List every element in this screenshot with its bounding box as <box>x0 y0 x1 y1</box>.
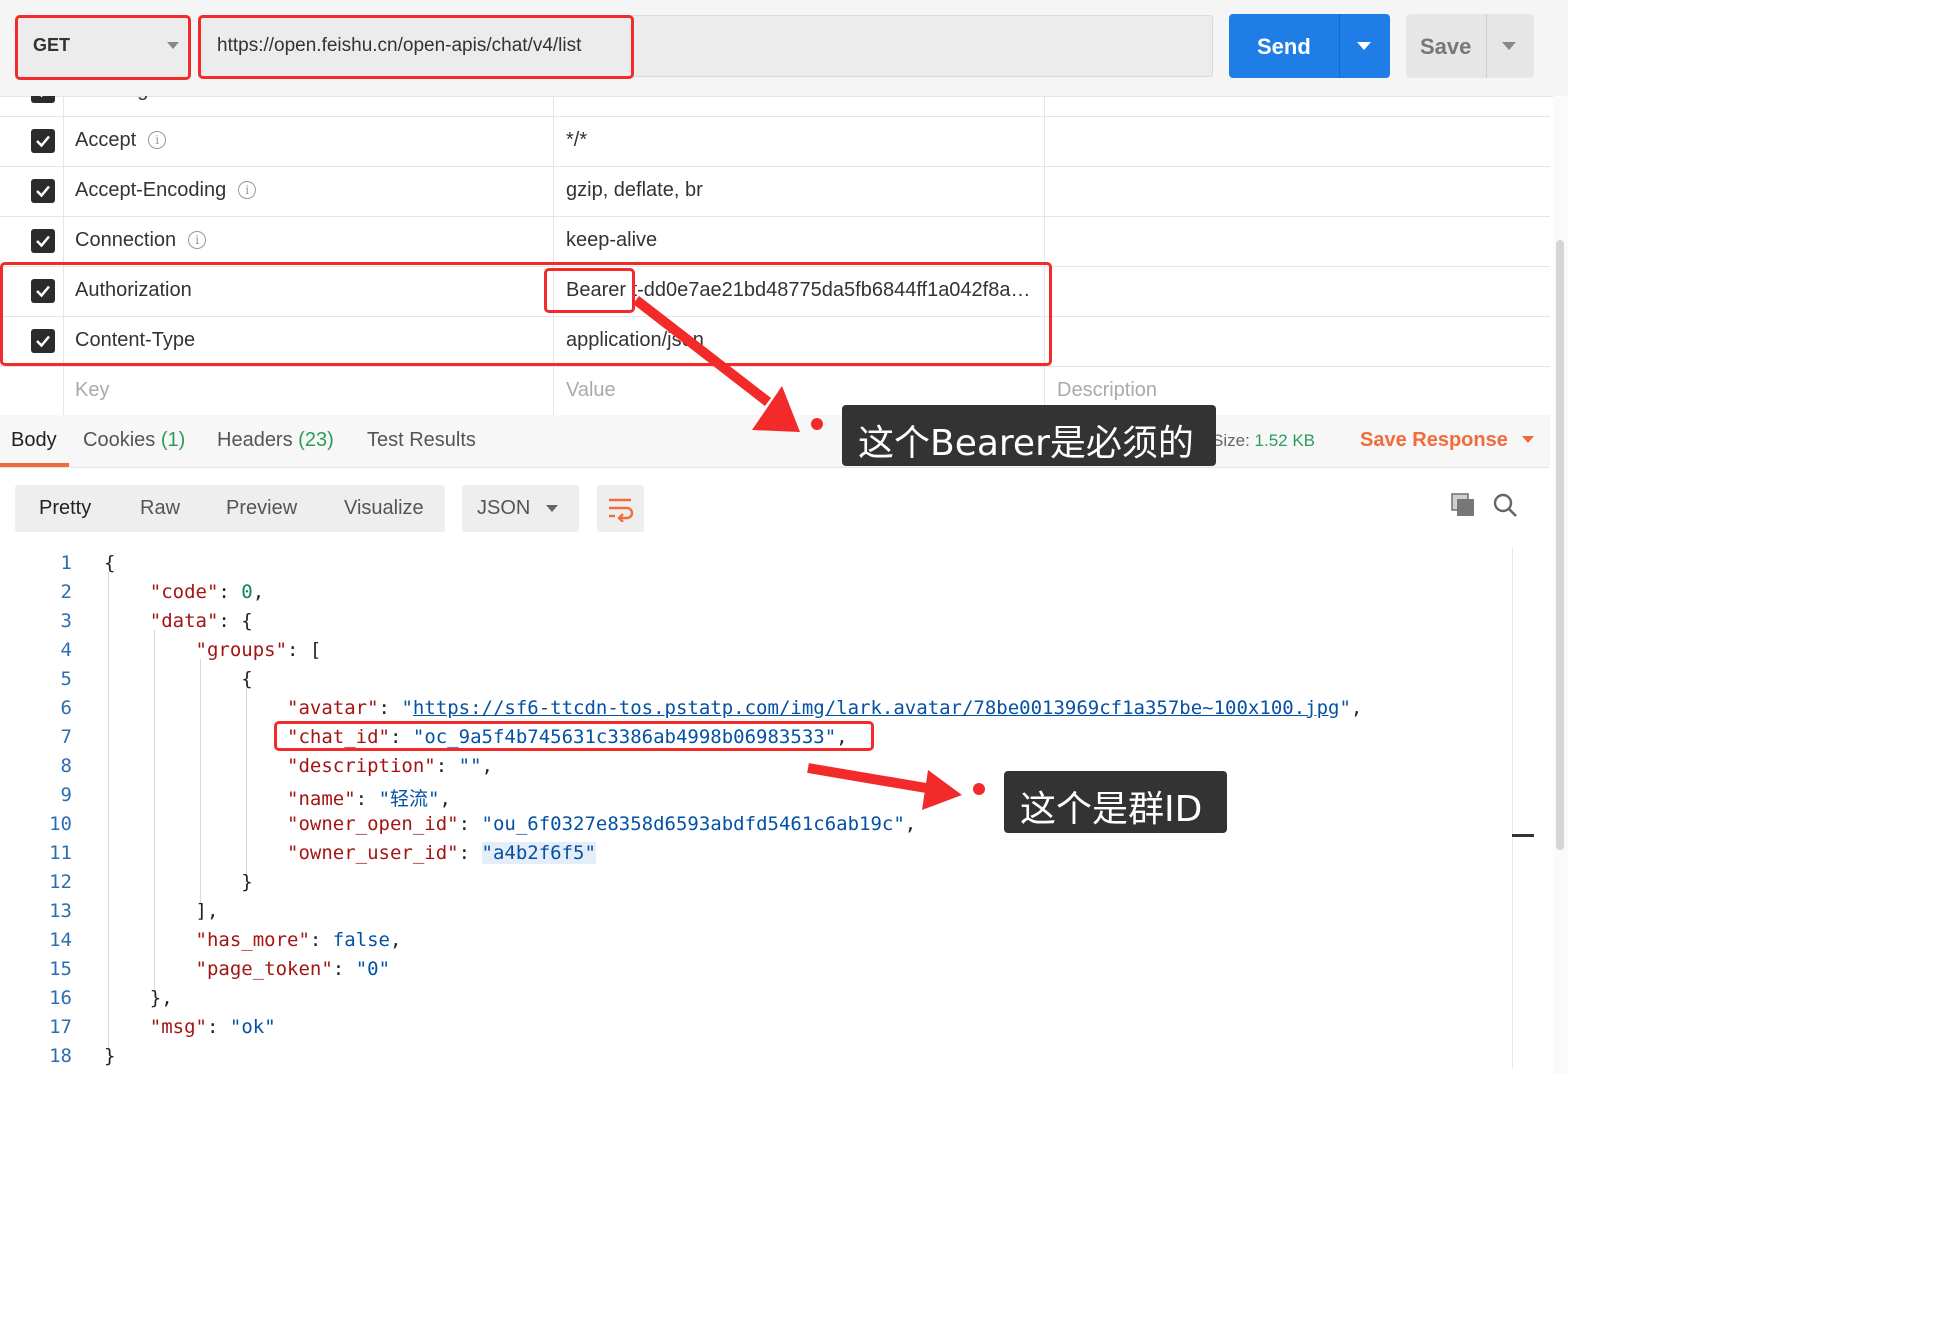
annotation-dot <box>811 418 823 430</box>
annotation-arrows <box>632 296 962 810</box>
arrow-line <box>632 296 772 406</box>
bearer-callout-text: 这个Bearer是必须的 <box>858 423 1194 464</box>
chat-id-callout: 这个是群ID <box>1004 771 1227 833</box>
arrow-head <box>922 770 962 810</box>
annotation-dot <box>973 783 985 795</box>
arrow-line <box>807 763 933 794</box>
bearer-callout: 这个Bearer是必须的 <box>842 405 1216 466</box>
chat-id-callout-text: 这个是群ID <box>1020 789 1203 830</box>
